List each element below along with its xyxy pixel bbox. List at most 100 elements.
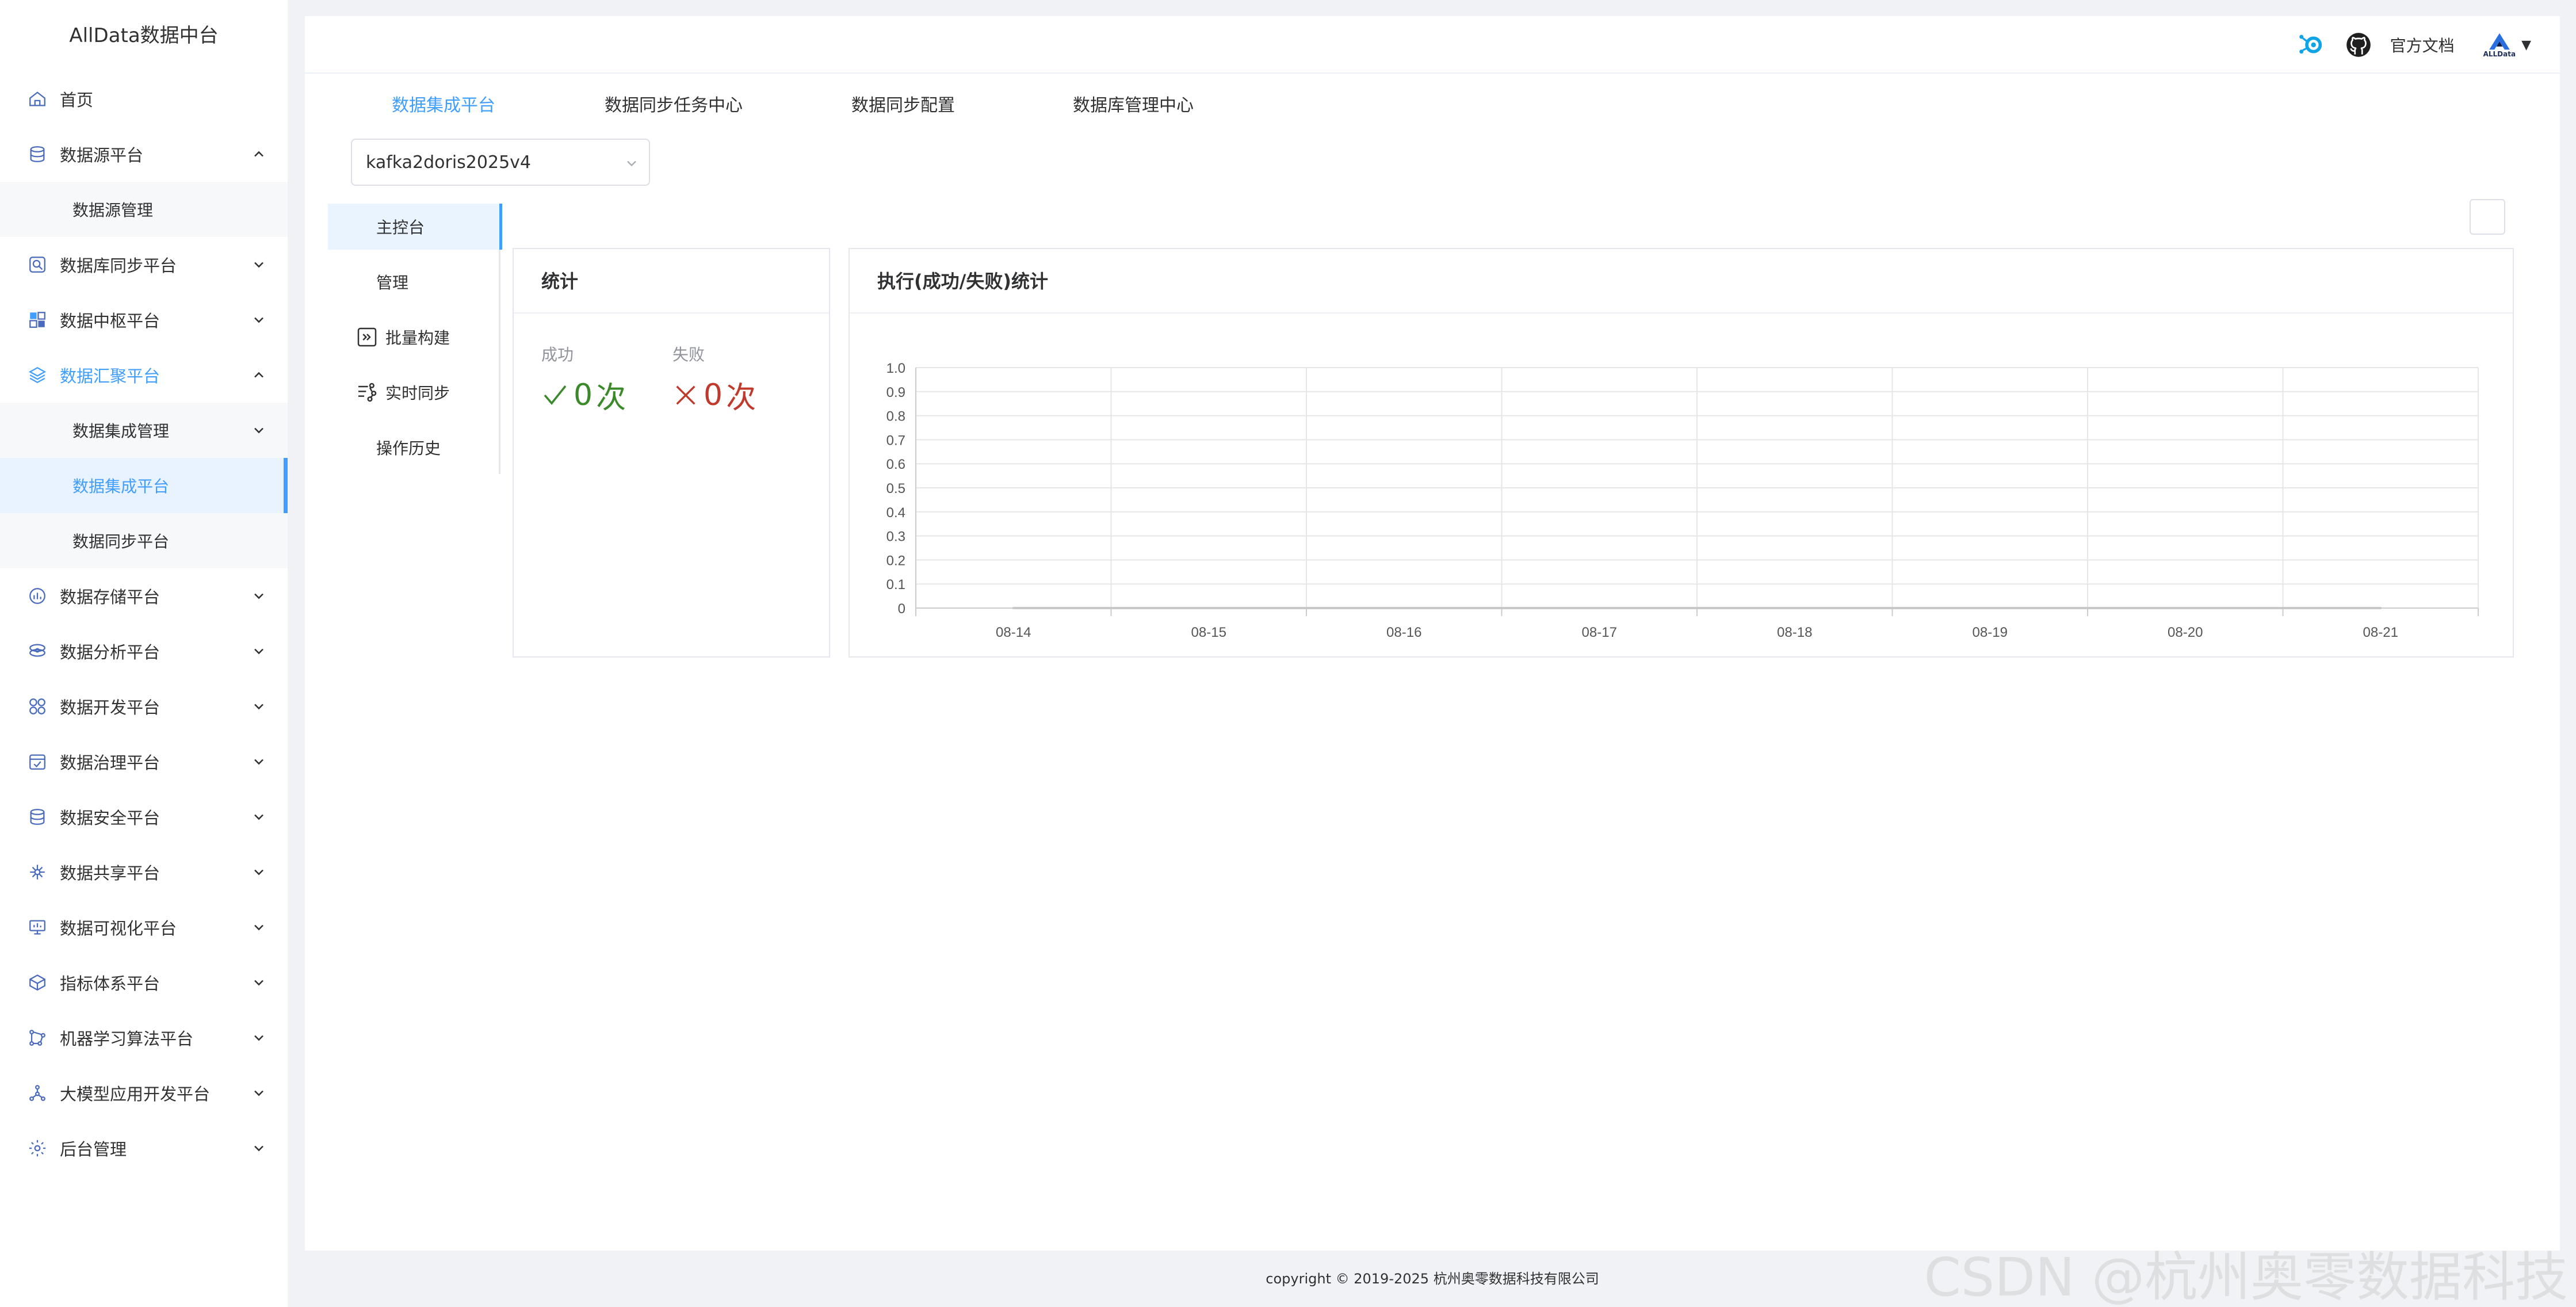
stats-panel: 统计 成功 0 次 失败 0 次: [513, 248, 830, 658]
fail-value: 0 次: [672, 373, 756, 416]
llm-icon: [28, 1083, 47, 1103]
sidebar-item-data-gather-platform[interactable]: 数据汇聚平台: [0, 347, 288, 403]
chevron-down-icon: [254, 1090, 263, 1096]
y-tick-label: 0.8: [886, 409, 905, 425]
sidebar-item-admin[interactable]: 后台管理: [0, 1121, 288, 1176]
user-menu[interactable]: ALLData ▼: [2483, 32, 2531, 58]
tab-batch-build[interactable]: 批量构建: [328, 314, 500, 360]
realtime-sync-icon: [358, 383, 377, 402]
sidebar-item-metrics-platform[interactable]: 指标体系平台: [0, 955, 288, 1010]
sidebar-subitem-sync-platform[interactable]: 数据同步平台: [0, 513, 288, 568]
home-icon: [28, 89, 47, 109]
fail-count: 0: [704, 377, 723, 412]
chevron-down-icon: [254, 980, 263, 986]
sidebar-item-visualization-platform[interactable]: 数据可视化平台: [0, 900, 288, 955]
close-icon: [676, 385, 695, 405]
chevron-down-icon: [254, 759, 263, 765]
db-sync-icon: [28, 255, 47, 274]
sidebar-item-label: 数据汇聚平台: [60, 366, 160, 386]
tab-db-manage-center[interactable]: 数据库管理中心: [1073, 91, 1194, 116]
job-select-value: kafka2doris2025v4: [366, 152, 531, 173]
sidebar-item-home[interactable]: 首页: [0, 71, 288, 127]
y-tick-label: 0.5: [886, 481, 905, 496]
x-tick-label: 08-16: [1386, 625, 1421, 640]
sidebar-subitem-datasource-manage[interactable]: 数据源管理: [0, 182, 288, 237]
fail-stat: 失败 0 次: [672, 342, 756, 416]
dev-icon: [28, 697, 47, 716]
chevron-down-icon: [254, 317, 263, 323]
left-tabs: 主控台 管理 批量构建 实时同步 操作历史: [328, 204, 502, 474]
sidebar-item-label: 数据安全平台: [60, 808, 160, 828]
github-icon[interactable]: [2344, 30, 2373, 59]
top-header: 官方文档 ALLData ▼: [305, 16, 2560, 74]
chevron-up-icon: [254, 372, 263, 378]
y-tick-label: 0.2: [886, 553, 905, 568]
sidebar-item-storage-platform[interactable]: 数据存储平台: [0, 568, 288, 624]
chevron-down-icon: [254, 1145, 263, 1152]
grid-icon: [28, 310, 47, 330]
sidebar-item-analysis-platform[interactable]: 数据分析平台: [0, 624, 288, 679]
sidebar-item-datasource-platform[interactable]: 数据源平台: [0, 127, 288, 182]
monitor-icon: [28, 918, 47, 937]
sidebar-item-label: 大模型应用开发平台: [60, 1084, 211, 1104]
sidebar-item-label: 数据库同步平台: [60, 256, 177, 276]
success-label: 成功: [541, 345, 574, 364]
tab-dashboard[interactable]: 主控台: [328, 204, 502, 250]
tab-sync-config[interactable]: 数据同步配置: [851, 91, 955, 116]
sidebar-item-label: 数据集成平台: [72, 477, 170, 496]
exec-chart: 0 0.1 0.2 0.3 0.4 0.5 0.6 0.7 0.8 0.9 1.0 08-14 08-1…: [886, 361, 2479, 640]
sidebar-item-label: 数据治理平台: [60, 753, 160, 773]
y-tick-label: 0.7: [886, 433, 905, 448]
sync-status-icon[interactable]: [2295, 29, 2327, 61]
sidebar-item-llm-platform[interactable]: 大模型应用开发平台: [0, 1065, 288, 1121]
data-point: [1402, 607, 1405, 609]
tab-manage[interactable]: 管理: [328, 259, 500, 305]
share-icon: [28, 862, 47, 882]
chevron-up-icon: [254, 151, 263, 157]
sidebar-item-label: 数据中枢平台: [60, 311, 160, 331]
sidebar-item-ml-platform[interactable]: 机器学习算法平台: [0, 1010, 288, 1065]
sidebar-item-label: 数据集成管理: [72, 422, 170, 441]
data-point: [1989, 607, 1992, 609]
dropdown-caret-icon: ▼: [2521, 37, 2531, 52]
tab-label: 实时同步: [385, 384, 450, 403]
data-point: [2184, 607, 2187, 609]
data-point: [1793, 607, 1796, 609]
sidebar-item-share-platform[interactable]: 数据共享平台: [0, 844, 288, 900]
tab-realtime-sync[interactable]: 实时同步: [328, 369, 500, 415]
sidebar: AllData数据中台 首页 数据源平台 数据源管理 数据库同步平台 数据中枢平…: [0, 0, 288, 1307]
tab-operation-history[interactable]: 操作历史: [328, 425, 500, 471]
data-point: [2379, 607, 2382, 609]
chevron-down-icon: [254, 262, 263, 268]
success-count: 0: [574, 377, 593, 412]
x-tick-label: 08-14: [996, 625, 1031, 640]
alldata-logo-icon: ALLData: [2483, 32, 2516, 58]
sidebar-item-governance-platform[interactable]: 数据治理平台: [0, 734, 288, 789]
chevron-down-icon: [254, 704, 263, 710]
sidebar-item-label: 首页: [60, 90, 94, 110]
batch-build-icon: [357, 327, 377, 347]
data-point: [1207, 607, 1210, 609]
analysis-icon: [28, 641, 47, 661]
chevron-down-icon: [254, 924, 263, 931]
app-title: AllData数据中台: [69, 24, 219, 47]
sidebar-item-db-sync-platform[interactable]: 数据库同步平台: [0, 237, 288, 292]
sidebar-item-data-hub-platform[interactable]: 数据中枢平台: [0, 292, 288, 347]
tab-integration-platform[interactable]: 数据集成平台: [392, 91, 495, 116]
sidebar-item-dev-platform[interactable]: 数据开发平台: [0, 679, 288, 734]
x-tick-label: 08-15: [1191, 625, 1226, 640]
sidebar-item-label: 后台管理: [60, 1140, 127, 1159]
ml-icon: [28, 1028, 47, 1048]
sidebar-subitem-integration-manage[interactable]: 数据集成管理: [0, 403, 288, 458]
sidebar-subitem-integration-platform[interactable]: 数据集成平台: [0, 458, 288, 513]
tab-sync-task-center[interactable]: 数据同步任务中心: [605, 91, 743, 116]
sidebar-item-label: 指标体系平台: [60, 974, 160, 993]
docs-link[interactable]: 官方文档: [2390, 33, 2455, 56]
job-select[interactable]: kafka2doris2025v4: [351, 139, 650, 186]
sidebar-item-label: 数据可视化平台: [60, 919, 177, 938]
sidebar-item-security-platform[interactable]: 数据安全平台: [0, 789, 288, 844]
tab-label: 批量构建: [385, 328, 450, 347]
fullscreen-toggle[interactable]: [2470, 199, 2505, 235]
storage-icon: [28, 586, 47, 606]
sidebar-item-label: 机器学习算法平台: [60, 1029, 194, 1049]
